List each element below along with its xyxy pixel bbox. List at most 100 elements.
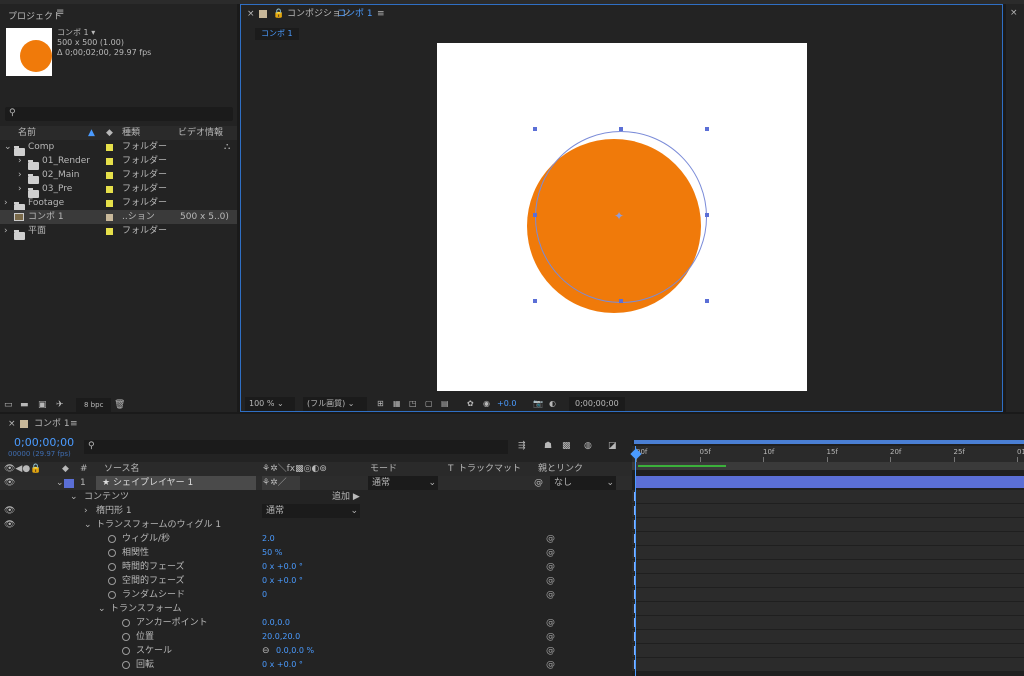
flowchart-icon[interactable]: ⛬	[224, 140, 230, 154]
time-row[interactable]	[632, 588, 1024, 601]
timeline-tab[interactable]: コンポ 1	[34, 414, 70, 434]
motion-blur-icon[interactable]: ◍	[584, 441, 592, 451]
property-row[interactable]: 相関性 50 % @	[0, 546, 632, 560]
chevron-right-icon[interactable]: ›	[18, 168, 22, 182]
property-value[interactable]: 0.0,0.0	[262, 616, 290, 630]
label-color[interactable]	[64, 479, 74, 488]
camera-icon[interactable]: 📷	[533, 397, 543, 411]
stopwatch-icon[interactable]	[108, 591, 116, 599]
property-value[interactable]: 50 %	[262, 546, 282, 560]
time-row[interactable]	[632, 602, 1024, 615]
stopwatch-icon[interactable]	[122, 647, 130, 655]
project-item[interactable]: › 02_Main フォルダー	[0, 168, 237, 184]
eye-icon[interactable]: 👁	[4, 504, 15, 518]
project-item[interactable]: › 03_Pre フォルダー	[0, 182, 237, 198]
trash-icon[interactable]: 🗑	[114, 398, 125, 412]
shy-icon[interactable]: ☗	[544, 441, 552, 451]
property-row[interactable]: 空間的フェーズ 0 x +0.0 ° @	[0, 574, 632, 588]
link-icon[interactable]: ⊖	[262, 644, 270, 658]
chevron-right-icon[interactable]: ›	[4, 196, 8, 210]
sort-icon[interactable]: ▲	[88, 126, 95, 140]
col-parent[interactable]: 親とリンク	[538, 462, 583, 476]
time-row[interactable]	[632, 532, 1024, 545]
time-row[interactable]	[632, 546, 1024, 559]
timeline-timecode[interactable]: 0;00;00;00	[14, 436, 74, 449]
transform-group[interactable]: トランスフォーム	[110, 602, 182, 616]
channels-icon[interactable]: ✿	[467, 397, 474, 411]
menu-icon[interactable]: ≡	[56, 7, 64, 18]
pickwhip-icon[interactable]: @	[546, 574, 555, 588]
label-swatch[interactable]	[106, 186, 113, 193]
comp-flowchart-icon[interactable]: ⇶	[518, 441, 526, 451]
property-value[interactable]: 0	[262, 588, 267, 602]
bpc-button[interactable]: 8 bpc	[76, 398, 112, 412]
search-input[interactable]: ⚲	[5, 107, 233, 121]
stopwatch-icon[interactable]	[122, 661, 130, 669]
chevron-right-icon[interactable]: ›	[18, 182, 22, 196]
flowchart-icon[interactable]: ✈	[56, 398, 64, 412]
pickwhip-icon[interactable]: @	[546, 532, 555, 546]
project-item[interactable]: › 平面 フォルダー	[0, 224, 237, 240]
time-row[interactable]	[632, 504, 1024, 517]
pickwhip-icon[interactable]: @	[546, 630, 555, 644]
time-row[interactable]	[632, 644, 1024, 657]
mask-icon[interactable]: ◳	[409, 397, 417, 411]
show-snapshot-icon[interactable]: ◐	[549, 397, 556, 411]
comp-canvas[interactable]: ✦	[437, 43, 807, 391]
time-row[interactable]	[632, 616, 1024, 629]
layer-row[interactable]: 👁 ⌄ 1 ★ シェイプレイヤー 1 ⚘✲／ 通常 ⌄ @ なし ⌄	[0, 476, 632, 490]
label-swatch[interactable]	[106, 228, 113, 235]
pickwhip-icon[interactable]: @	[546, 658, 555, 672]
col-mode[interactable]: モード	[370, 462, 397, 476]
mode-select[interactable]: 通常 ⌄	[368, 476, 438, 490]
exposure-value[interactable]: +0.0	[497, 397, 516, 411]
chevron-right-icon[interactable]: ›	[84, 504, 88, 518]
property-row[interactable]: ランダムシード 0 @	[0, 588, 632, 602]
pickwhip-icon[interactable]: @	[546, 588, 555, 602]
close-icon[interactable]: ×	[1010, 8, 1018, 18]
time-row[interactable]	[632, 490, 1024, 503]
chevron-down-icon[interactable]: ⌄	[98, 602, 106, 616]
chevron-down-icon[interactable]: ⌄	[4, 140, 12, 154]
add-button[interactable]: 追加 ▶	[332, 490, 360, 504]
close-icon[interactable]: ×	[247, 5, 255, 23]
layer-duration-bar[interactable]	[636, 476, 1024, 488]
label-swatch[interactable]	[106, 158, 113, 165]
eye-icon[interactable]: 👁	[4, 518, 15, 532]
playhead[interactable]	[635, 446, 636, 676]
region-icon[interactable]: ▢	[425, 397, 433, 411]
col-name[interactable]: 名前	[18, 126, 36, 140]
eye-icon[interactable]: 👁	[4, 476, 15, 490]
grid-icon[interactable]: ▦	[393, 397, 401, 411]
ellipse-mode-select[interactable]: 通常 ⌄	[262, 504, 360, 518]
property-value[interactable]: 2.0	[262, 532, 275, 546]
property-row[interactable]: 回転 0 x +0.0 ° @	[0, 658, 632, 672]
new-folder-icon[interactable]: ▬	[20, 398, 29, 412]
lock-icon[interactable]: 🔒	[273, 5, 284, 23]
anchor-point-icon[interactable]: ✦	[614, 209, 624, 223]
chevron-down-icon[interactable]: ⌄	[84, 518, 92, 532]
stopwatch-icon[interactable]	[108, 535, 116, 543]
frame-blend-icon[interactable]: ▩	[562, 441, 571, 451]
col-source[interactable]: ソース名	[104, 462, 140, 476]
property-value[interactable]: 0 x +0.0 °	[262, 658, 303, 672]
snapshot-icon[interactable]: ⊞	[377, 397, 384, 411]
interpret-icon[interactable]: ▭	[4, 398, 13, 412]
property-value[interactable]: 0.0,0.0 %	[276, 644, 314, 658]
project-item[interactable]: コンポ 1 ..ション 500 x 5..0)	[0, 210, 237, 224]
ellipse-group[interactable]: 楕円形 1	[96, 504, 132, 518]
property-row[interactable]: アンカーポイント 0.0,0.0 @	[0, 616, 632, 630]
project-item[interactable]: › Footage フォルダー	[0, 196, 237, 212]
wiggle-group[interactable]: トランスフォームのウィグル 1	[96, 518, 221, 532]
property-value[interactable]: 0 x +0.0 °	[262, 560, 303, 574]
label-swatch[interactable]	[106, 144, 113, 151]
col-type[interactable]: 種類	[122, 126, 140, 140]
label-swatch[interactable]	[106, 200, 113, 207]
timeline-search-input[interactable]: ⚲	[84, 440, 508, 454]
time-row[interactable]	[632, 518, 1024, 531]
chevron-down-icon[interactable]: ▾	[91, 28, 95, 37]
property-row[interactable]: 時間的フェーズ 0 x +0.0 ° @	[0, 560, 632, 574]
stopwatch-icon[interactable]	[122, 633, 130, 641]
transparency-icon[interactable]: ▤	[441, 397, 449, 411]
col-matte[interactable]: トラックマット	[458, 462, 521, 476]
